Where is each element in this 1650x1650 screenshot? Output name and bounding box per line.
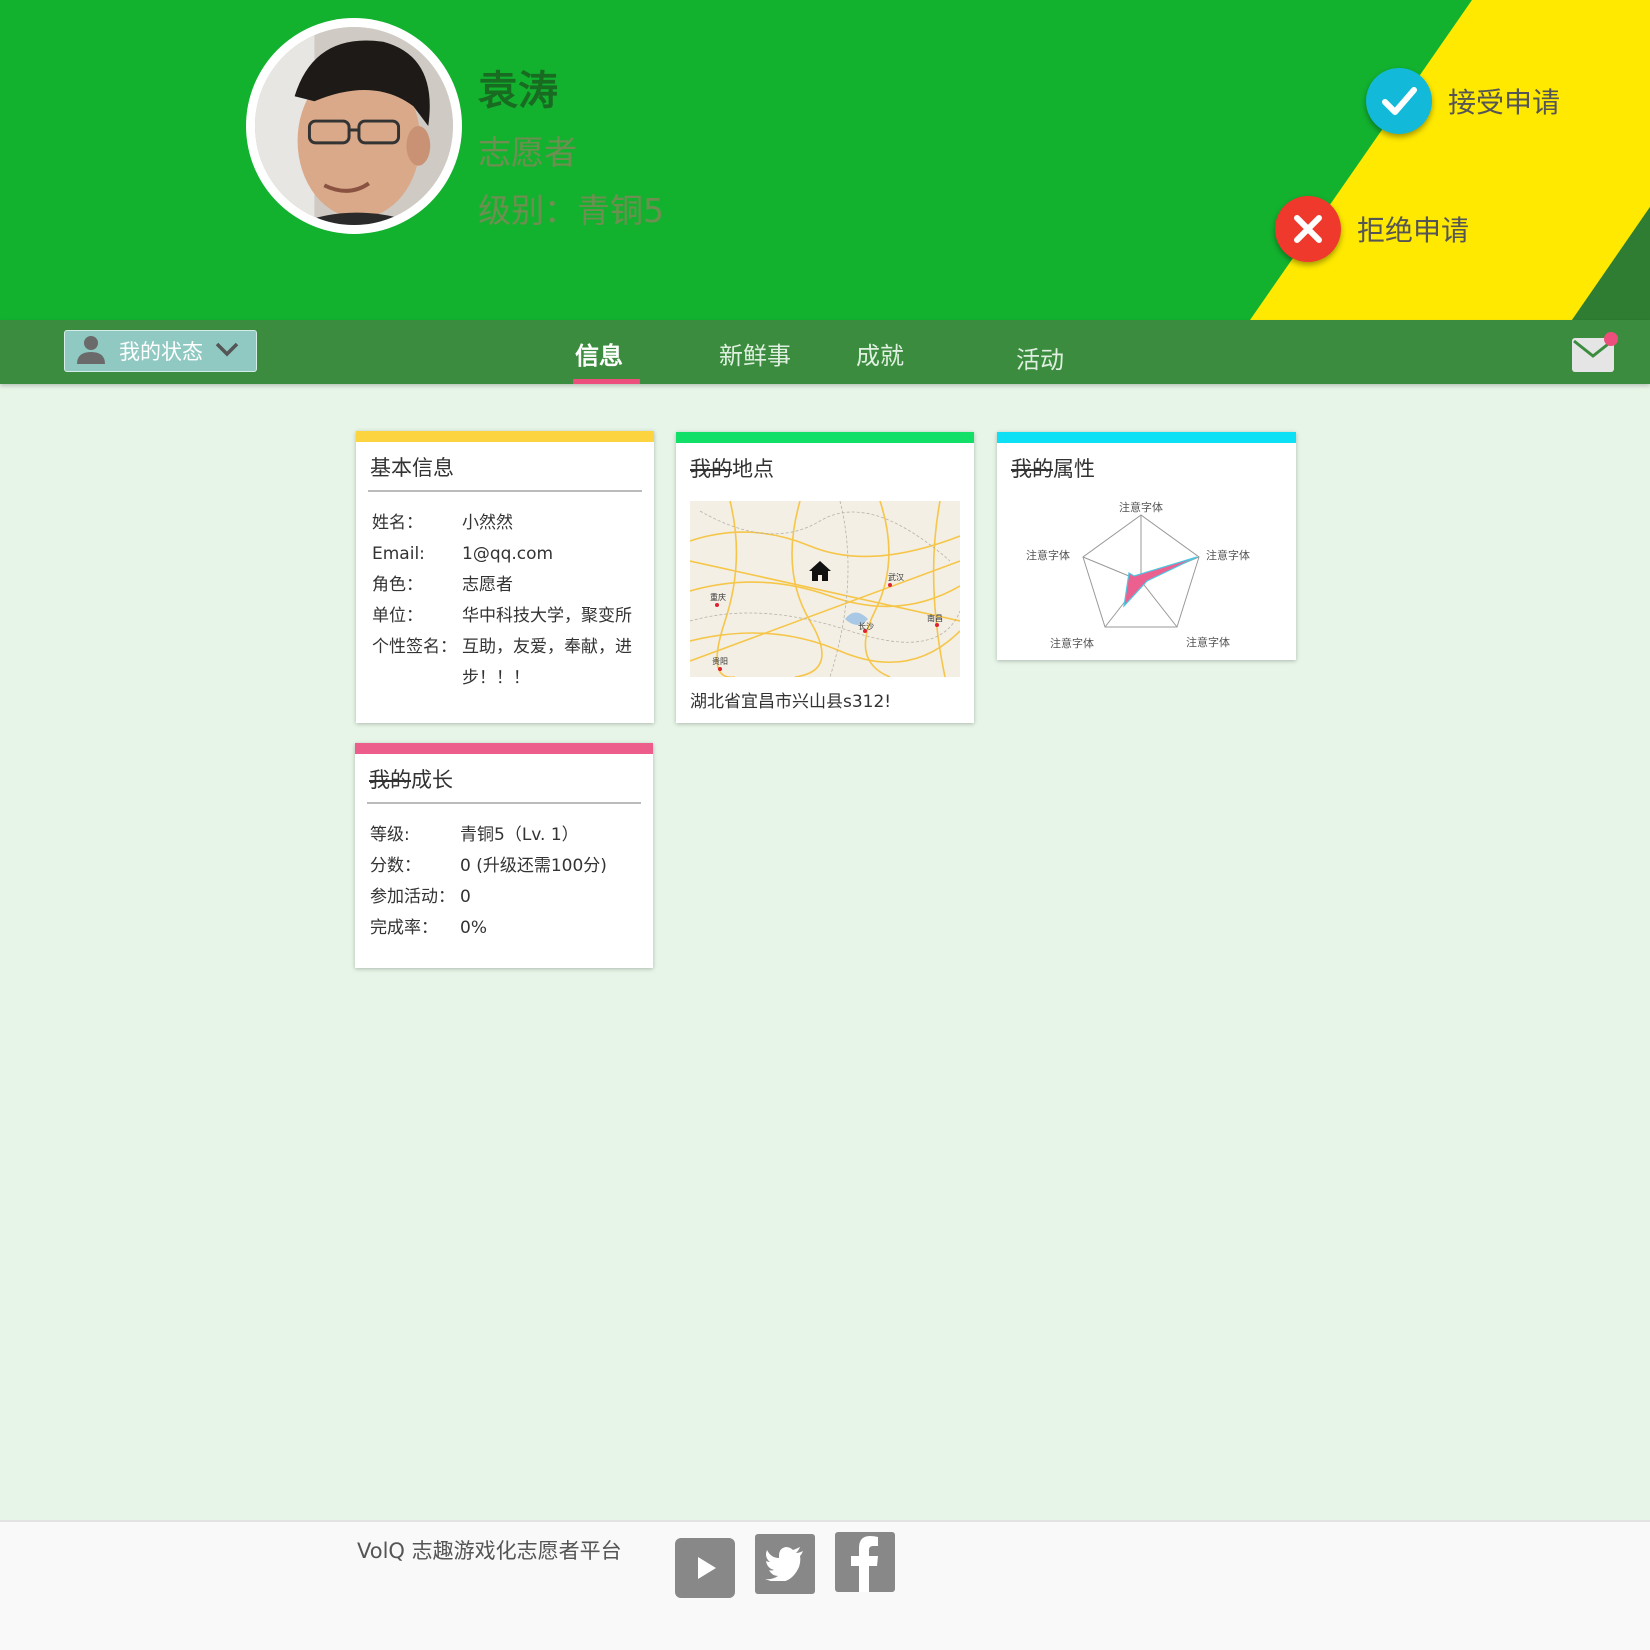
svg-text:贵阳: 贵阳 [712, 656, 728, 666]
profile-header: 袁涛 志愿者 级别：青铜5 接受申请 拒绝申请 [0, 0, 1650, 320]
status-dropdown[interactable]: 我的状态 [64, 330, 257, 372]
tab-news[interactable]: 新鲜事 [719, 336, 791, 384]
tab-achievements[interactable]: 成就 [856, 336, 904, 384]
svg-text:注意字体: 注意字体 [1026, 548, 1070, 562]
chevron-down-icon [215, 341, 239, 361]
active-tab-indicator [573, 379, 640, 384]
info-row: 单位： 华中科技大学，聚变所 [372, 606, 632, 626]
avatar[interactable] [246, 18, 462, 234]
accept-application-button[interactable]: 接受申请 [1366, 68, 1560, 134]
user-level: 级别：青铜5 [478, 191, 664, 230]
card-title: 我的属性 [1011, 457, 1095, 481]
footer: VolQ 志趣游戏化志愿者平台 [0, 1520, 1650, 1650]
card-title: 我的成长 [369, 768, 453, 792]
info-row: 个性签名： 互助，友爱，奉献，进步！！！ [372, 637, 632, 688]
location-map[interactable]: 武汉 重庆 长沙 南昌 贵阳 [690, 501, 960, 677]
growth-card: 我的成长 等级: 青铜5（Lv. 1） 分数： 0 (升级还需100分) 参加活… [355, 743, 653, 968]
user-icon [75, 333, 107, 369]
svg-text:注意字体: 注意字体 [1119, 500, 1163, 514]
accept-label: 接受申请 [1448, 86, 1561, 119]
basic-info-card: 基本信息 姓名： 小然然 Email: 1@qq.com 角色： 志愿者 单位：… [356, 431, 654, 723]
tab-activities[interactable]: 活动 [1016, 340, 1064, 388]
svg-text:注意字体: 注意字体 [1050, 636, 1094, 650]
user-role: 志愿者 [478, 133, 577, 172]
header-decoration [1250, 0, 1650, 320]
radar-chart: 注意字体 注意字体 注意字体 注意字体 注意字体 [1026, 500, 1250, 650]
svg-text:南昌: 南昌 [927, 613, 943, 623]
twitter-icon[interactable] [755, 1534, 815, 1594]
user-name: 袁涛 [478, 68, 558, 114]
location-card: 我的地点 武汉 重庆 长沙 南昌 贵阳 湖北省宜昌市兴山县s312! [676, 432, 974, 723]
info-row: 角色： 志愿者 [372, 575, 513, 595]
address-text: 湖北省宜昌市兴山县s312! [690, 692, 892, 712]
reject-label: 拒绝申请 [1357, 214, 1470, 247]
svg-text:注意字体: 注意字体 [1206, 548, 1250, 562]
info-row: 分数： 0 (升级还需100分) [370, 856, 607, 876]
avatar-photo [255, 27, 453, 225]
attributes-card: 我的属性 注意字体 注意字体 注意字体 注意字体 注意字体 [997, 432, 1296, 660]
nav-bar: 我的状态 信息 新鲜事 成就 活动 [0, 320, 1650, 384]
svg-text:长沙: 长沙 [858, 621, 874, 631]
youtube-icon[interactable] [675, 1538, 735, 1598]
footer-text: VolQ 志趣游戏化志愿者平台 [357, 1539, 622, 1563]
svg-text:重庆: 重庆 [710, 592, 726, 602]
info-row: 参加活动： 0 [370, 887, 471, 907]
notification-dot [1604, 332, 1618, 346]
svg-text:武汉: 武汉 [888, 572, 904, 582]
status-label: 我的状态 [119, 340, 203, 364]
reject-application-button[interactable]: 拒绝申请 [1275, 196, 1469, 262]
info-row: Email: 1@qq.com [372, 544, 554, 564]
close-icon [1275, 196, 1341, 262]
info-row: 完成率： 0% [370, 918, 487, 938]
card-title: 我的地点 [690, 457, 774, 481]
check-icon [1366, 68, 1432, 134]
tab-info[interactable]: 信息 [575, 336, 623, 384]
card-title: 基本信息 [370, 456, 454, 480]
info-row: 等级: 青铜5（Lv. 1） [370, 825, 579, 845]
facebook-icon[interactable] [835, 1532, 895, 1592]
info-row: 姓名： 小然然 [372, 513, 513, 533]
svg-text:注意字体: 注意字体 [1186, 635, 1230, 649]
